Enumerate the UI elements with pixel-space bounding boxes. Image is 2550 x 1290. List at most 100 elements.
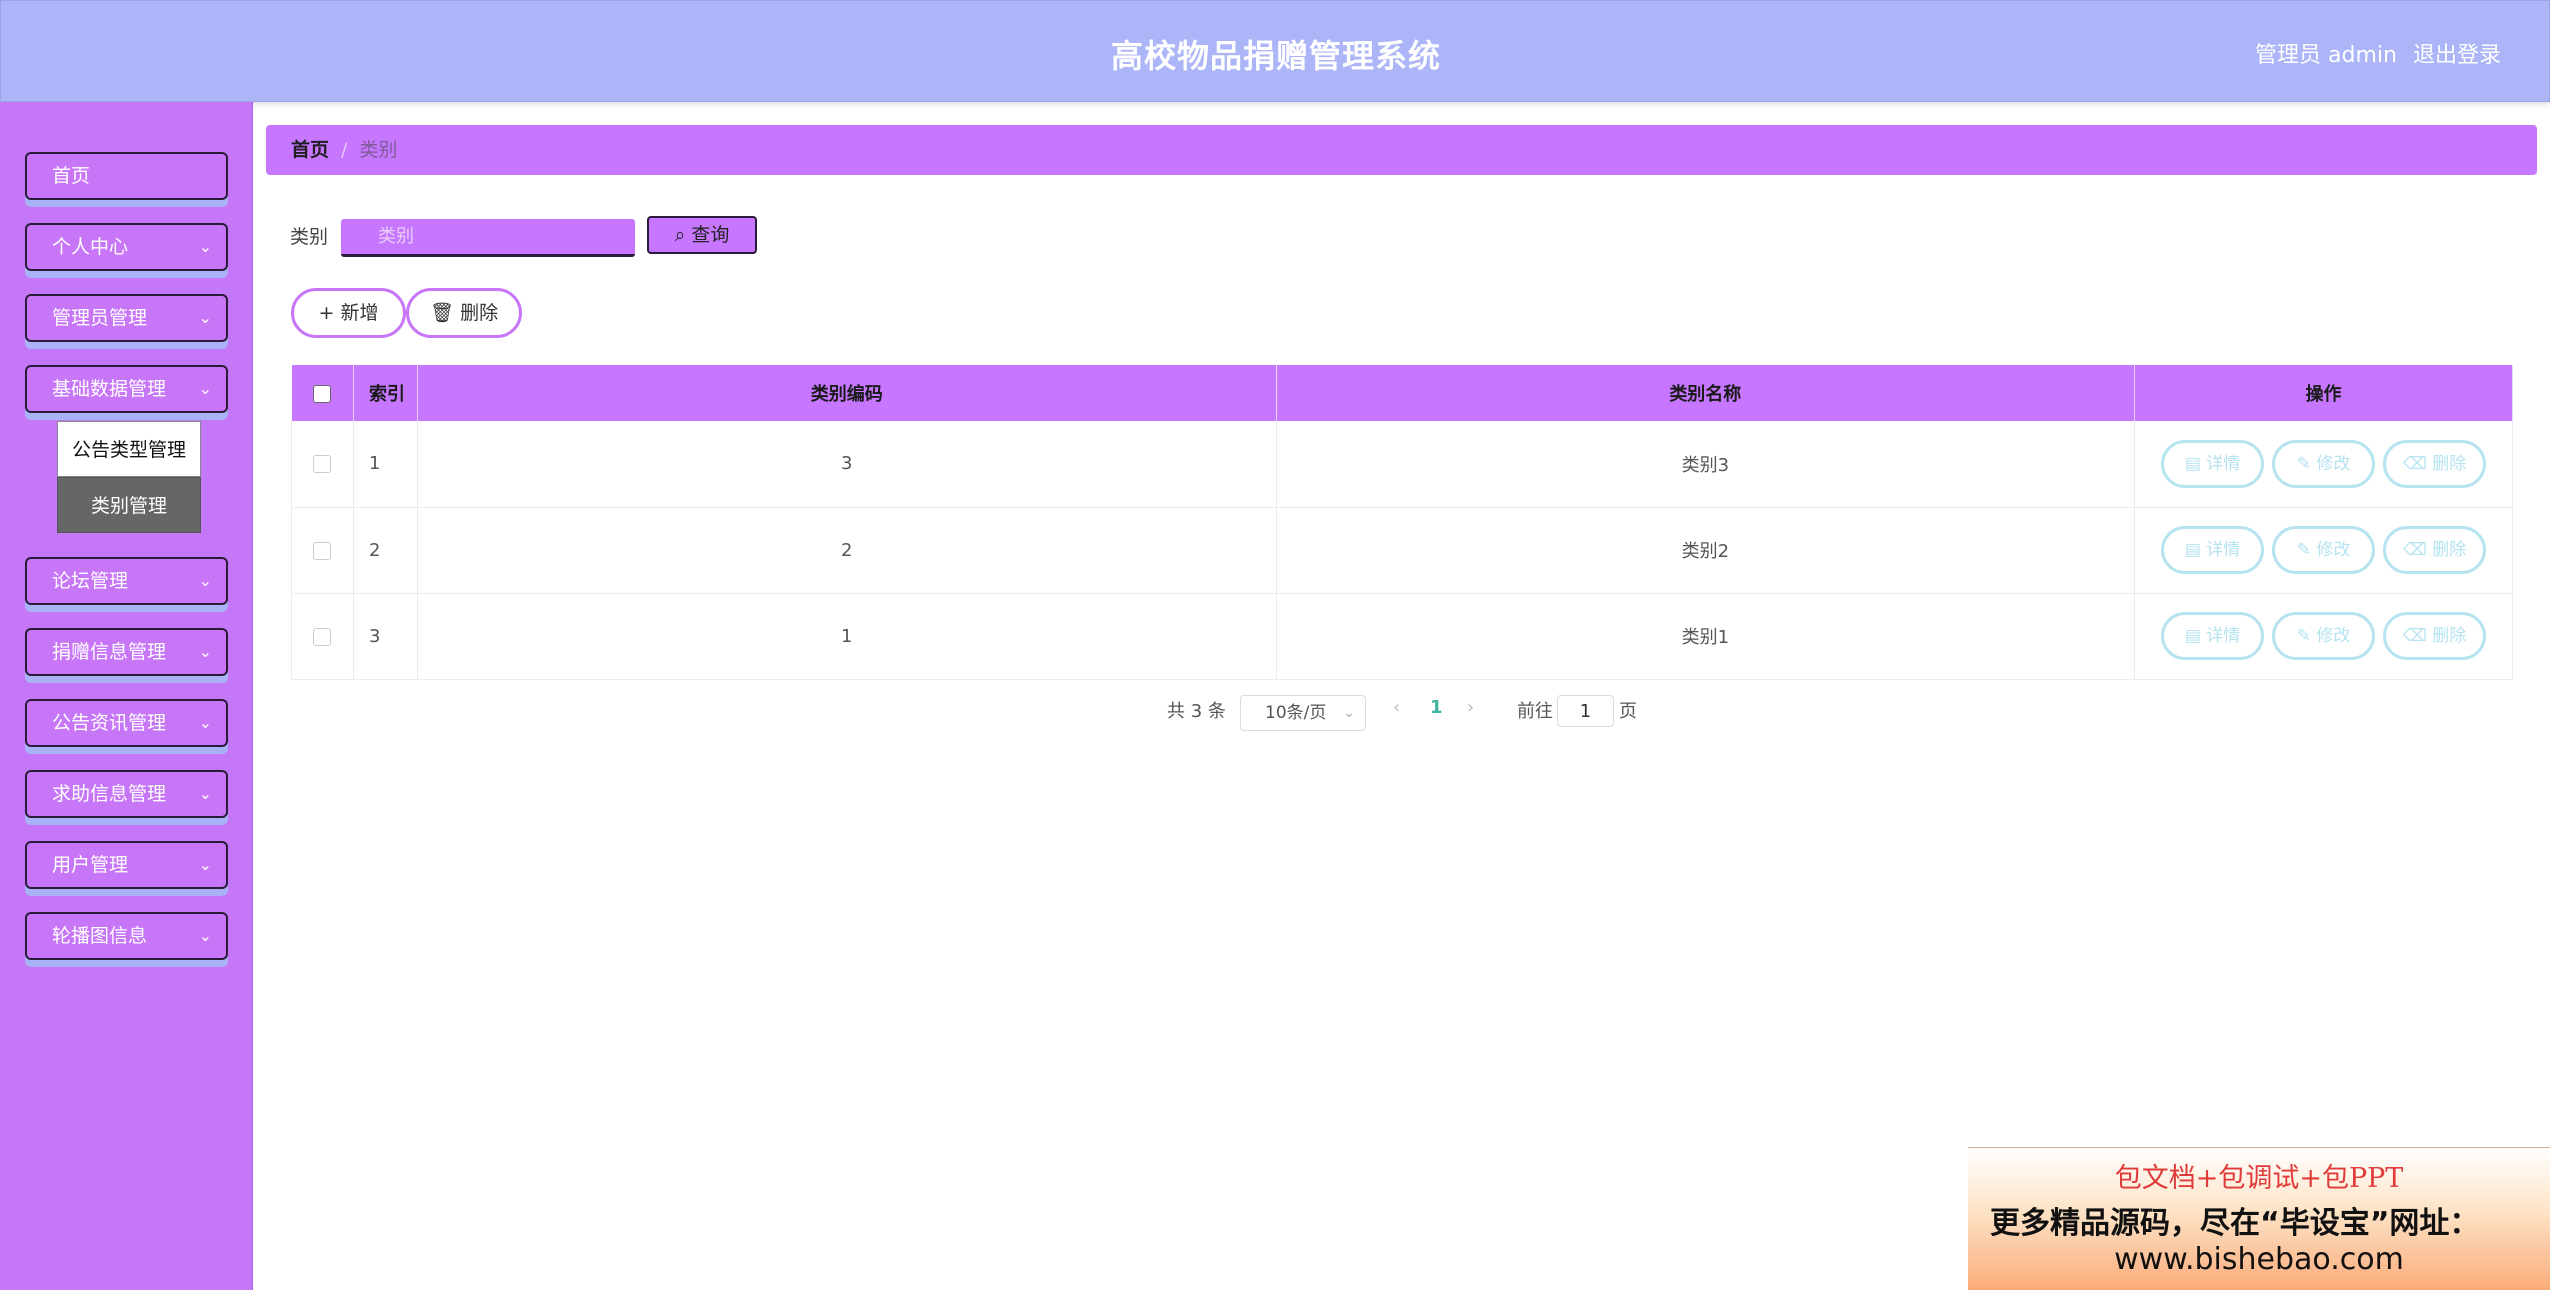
edit-label: 修改 [2316,540,2351,560]
sidebar-item-label: 求助信息管理 [52,783,167,805]
row-checkbox-cell[interactable] [291,507,354,594]
detail-label: 详情 [2206,626,2241,646]
edit-button[interactable]: ✎ 修改 [2272,526,2376,574]
edit-label: 修改 [2316,453,2351,474]
sidebar-item-label: 用户管理 [52,854,129,876]
sidebar-item-label: 论坛管理 [52,570,129,592]
delete-button-label: 删除 [460,302,499,324]
sidebar-item-forum[interactable]: 论坛管理 ⌄ [25,557,228,605]
row-delete-label: 删除 [2432,626,2467,646]
sidebar-item-label: 轮播图信息 [52,925,148,947]
sidebar-item-donation-info[interactable]: 捐赠信息管理 ⌄ [25,628,228,676]
trash-icon: ⌫ [2402,540,2427,560]
cell-operations: ▤ 详情 ✎ 修改 ⌫ 删除 [2134,593,2513,680]
chevron-down-icon: ⌄ [1343,705,1355,721]
sidebar-item-label: 管理员管理 [52,307,148,329]
top-header: 高校物品捐赠管理系统 管理员 admin 退出登录 [0,0,2550,102]
cell-operations: ▤ 详情 ✎ 修改 ⌫ 删除 [2134,507,2513,594]
watermark-banner: 包文档+包调试+包PPT 更多精品源码，尽在“毕设宝”网址： www.bishe… [1968,1147,2550,1290]
cell-operations: ▤ 详情 ✎ 修改 ⌫ 删除 [2134,421,2513,508]
table-row: 3 1 类别1 ▤ 详情 ✎ 修改 ⌫ 删除 [291,593,2513,680]
row-checkbox[interactable] [313,541,332,560]
sidebar-item-personal-center[interactable]: 个人中心 ⌄ [25,223,228,271]
pagination-total: 共 3 条 [1167,701,1226,722]
detail-button[interactable]: ▤ 详情 [2161,612,2265,660]
cell-name: 类别2 [1276,507,2136,594]
table-row: 2 2 类别2 ▤ 详情 ✎ 修改 ⌫ 删除 [291,507,2513,594]
table-row: 1 3 类别3 ▤ 详情 ✎ 修改 ⌫ 删除 [291,421,2513,508]
plus-icon: + [318,302,335,324]
sidebar-item-admin-management[interactable]: 管理员管理 ⌄ [25,294,228,342]
document-icon: ▤ [2184,626,2201,646]
edit-label: 修改 [2316,626,2351,646]
app-title: 高校物品捐赠管理系统 [1110,37,1441,75]
query-button-label: 查询 [691,224,730,246]
cell-code: 2 [417,507,1277,594]
edit-button[interactable]: ✎ 修改 [2272,439,2376,488]
next-page-icon[interactable]: › [1467,697,1474,718]
pencil-icon: ✎ [2296,540,2311,560]
row-checkbox[interactable] [313,627,332,646]
sidebar-item-users[interactable]: 用户管理 ⌄ [25,841,228,889]
sidebar-item-help-requests[interactable]: 求助信息管理 ⌄ [25,770,228,818]
cell-name: 类别1 [1276,593,2136,680]
column-header-index: 索引 [353,365,418,421]
prev-page-icon[interactable]: ‹ [1393,697,1400,718]
cell-index: 1 [353,421,418,508]
trash-icon: ⌫ [2402,453,2427,474]
query-button[interactable]: ⌕ 查询 [647,216,757,254]
row-checkbox-cell[interactable] [291,593,354,680]
search-label: 类别 [290,226,329,248]
delete-button[interactable]: 🗑 删除 [406,288,522,338]
cell-index: 3 [353,593,418,680]
breadcrumb: 首页 / 类别 [266,125,2537,175]
detail-button[interactable]: ▤ 详情 [2161,526,2265,574]
logout-link[interactable]: 退出登录 [2413,37,2501,69]
detail-button[interactable]: ▤ 详情 [2161,439,2265,488]
breadcrumb-separator: / [341,139,348,161]
document-icon: ▤ [2184,453,2201,474]
row-delete-label: 删除 [2432,540,2467,560]
search-input[interactable] [341,219,635,257]
add-button-label: 新增 [340,302,379,324]
row-delete-button[interactable]: ⌫ 删除 [2383,439,2487,488]
watermark-line2: 更多精品源码，尽在“毕设宝”网址： [1990,1206,2480,1241]
watermark-line3: www.bishebao.com [2114,1242,2404,1277]
row-delete-button[interactable]: ⌫ 删除 [2383,612,2487,660]
add-button[interactable]: + 新增 [291,288,406,338]
column-header-code: 类别编码 [417,365,1277,421]
sidebar-item-label: 公告资讯管理 [52,712,167,734]
category-table: 索引 类别编码 类别名称 操作 1 3 类别3 ▤ 详情 ✎ 修改 ⌫ 删除 2 2… [291,365,2513,680]
row-checkbox-cell[interactable] [291,421,354,508]
sidebar-item-carousel[interactable]: 轮播图信息 ⌄ [25,912,228,960]
sidebar-item-announcements[interactable]: 公告资讯管理 ⌄ [25,699,228,747]
sidebar-item-label: 捐赠信息管理 [52,641,167,663]
edit-button[interactable]: ✎ 修改 [2272,612,2376,660]
submenu-item-notice-type[interactable]: 公告类型管理 [57,421,201,477]
chevron-down-icon: ⌄ [198,855,212,874]
current-page[interactable]: 1 [1430,697,1443,718]
detail-label: 详情 [2206,540,2241,560]
chevron-up-icon: ⌄ [198,379,212,398]
submenu-item-category[interactable]: 类别管理 [57,477,201,533]
goto-page-input[interactable] [1557,695,1614,727]
chevron-down-icon: ⌄ [198,926,212,945]
chevron-down-icon: ⌄ [198,571,212,590]
trash-icon: ⌫ [2402,626,2427,646]
sidebar-item-basic-data[interactable]: 基础数据管理 ⌄ [25,365,228,413]
row-checkbox[interactable] [313,455,332,474]
select-all-checkbox[interactable] [313,384,332,403]
chevron-down-icon: ⌄ [198,237,212,256]
current-user: 管理员 admin [2255,43,2397,68]
cell-name: 类别3 [1276,421,2136,508]
select-all-checkbox-cell[interactable] [291,365,354,421]
row-delete-button[interactable]: ⌫ 删除 [2383,526,2487,574]
page-size-select[interactable]: 10条/页 ⌄ [1240,695,1366,731]
breadcrumb-home[interactable]: 首页 [291,139,329,161]
trash-icon: 🗑 [429,302,455,324]
sidebar-item-label: 基础数据管理 [52,378,167,400]
table-header-row: 索引 类别编码 类别名称 操作 [291,365,2513,421]
column-header-name: 类别名称 [1276,365,2136,421]
cell-code: 3 [417,421,1277,508]
sidebar-item-home[interactable]: 首页 [25,152,228,200]
